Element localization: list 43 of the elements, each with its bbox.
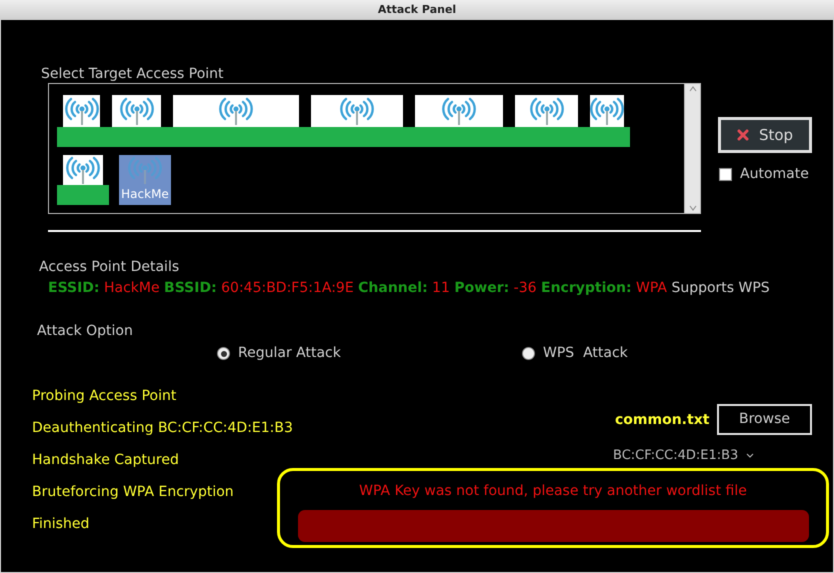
radio-label: Regular Attack xyxy=(238,344,341,363)
access-point-item[interactable] xyxy=(57,95,106,147)
scroll-up-icon[interactable] xyxy=(688,84,698,94)
window-title: Attack Panel xyxy=(0,0,834,20)
client-dropdown[interactable]: BC:CF:CC:4D:E1:B3 xyxy=(613,446,754,466)
access-point-item[interactable] xyxy=(305,95,409,147)
wifi-antenna-icon xyxy=(64,97,98,125)
access-point-item[interactable] xyxy=(167,95,305,147)
chevron-down-icon xyxy=(746,452,754,459)
access-point-item[interactable] xyxy=(57,155,109,205)
section-label: Attack Option xyxy=(37,322,133,341)
automate-label: Automate xyxy=(740,165,809,184)
wifi-antenna-icon xyxy=(442,97,476,125)
result-message: WPA Key was not found, please try another wordlist file xyxy=(359,482,747,501)
access-point-details: ESSID: HackMe BSSID: 60:45:BD:F5:1A:9E Channel: 11 Power: -36 Encryption: WPA Supports WPS xyxy=(48,279,770,298)
automate-checkbox[interactable] xyxy=(719,168,732,181)
wordlist-file: common.txt xyxy=(615,411,710,430)
wifi-antenna-icon xyxy=(530,97,564,125)
radio-label: WPS Attack xyxy=(543,344,628,363)
wifi-antenna-icon xyxy=(128,156,162,184)
status-line: Probing Access Point xyxy=(32,387,178,406)
access-point-item[interactable] xyxy=(106,95,167,147)
wifi-antenna-icon xyxy=(66,156,100,184)
access-point-item[interactable] xyxy=(584,95,630,147)
radio-button[interactable] xyxy=(217,347,230,360)
access-point-item[interactable] xyxy=(509,95,584,147)
stop-button[interactable]: Stop xyxy=(718,117,812,153)
browse-button[interactable]: Browse xyxy=(717,404,812,435)
scrollbar[interactable] xyxy=(684,84,700,213)
access-point-item[interactable] xyxy=(409,95,509,147)
wifi-antenna-icon xyxy=(219,97,253,125)
scroll-down-icon[interactable] xyxy=(688,203,698,213)
wifi-antenna-icon xyxy=(120,97,154,125)
status-line: Bruteforcing WPA Encryption xyxy=(32,483,235,502)
close-icon xyxy=(736,129,749,141)
wifi-antenna-icon xyxy=(340,97,374,125)
radio-button[interactable] xyxy=(522,347,535,360)
status-line: Finished xyxy=(32,515,90,534)
wifi-antenna-icon xyxy=(590,97,624,125)
status-line: Handshake Captured xyxy=(32,451,180,470)
status-line: Deauthenticating BC:CF:CC:4D:E1:B3 xyxy=(32,419,293,438)
section-label: Select Target Access Point xyxy=(41,65,224,84)
section-label: Access Point Details xyxy=(39,258,180,277)
